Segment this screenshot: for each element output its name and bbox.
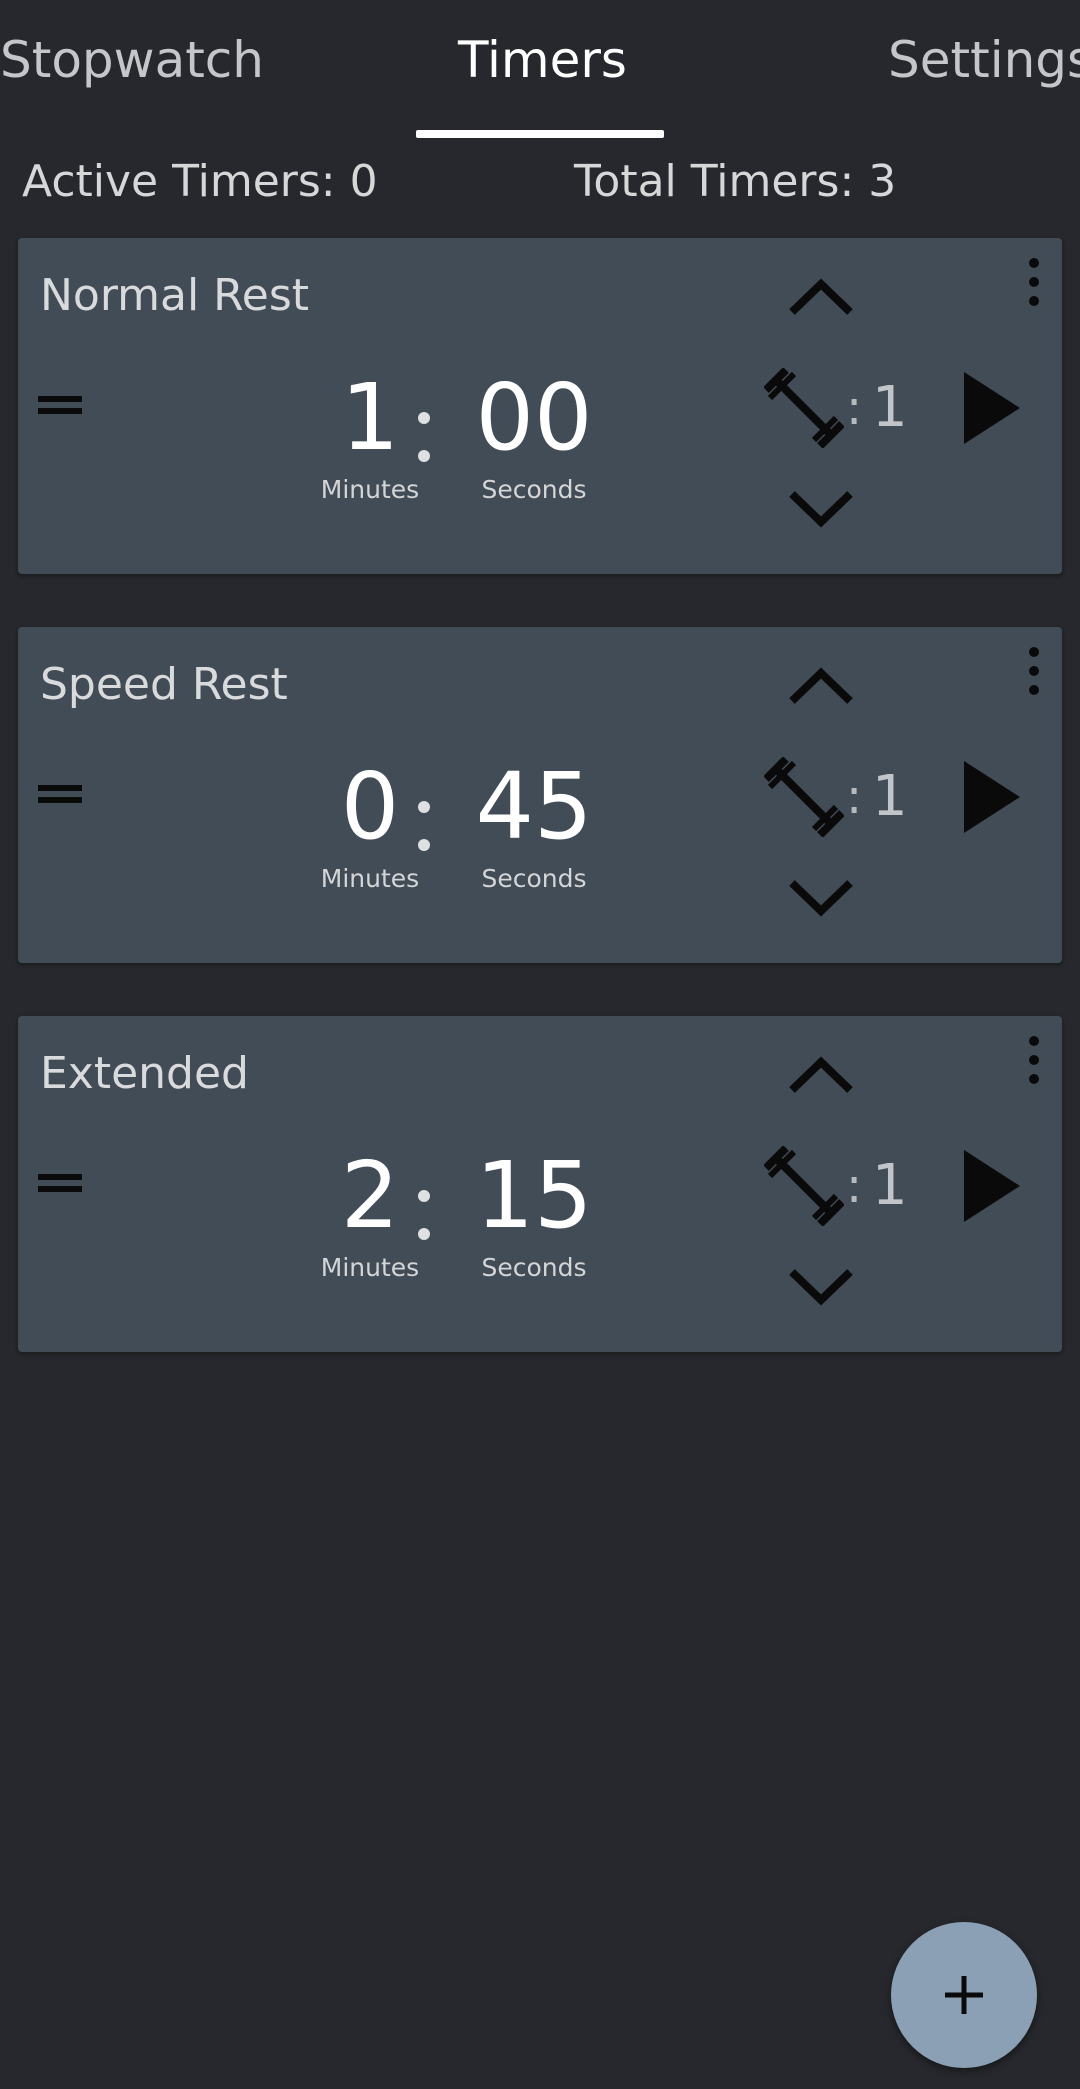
seconds-label: Seconds: [481, 864, 587, 893]
play-icon[interactable]: [954, 757, 1024, 837]
timer-card[interactable]: Extended 2 15 Minutes Seconds : 1: [18, 1016, 1062, 1352]
more-options-icon[interactable]: [1024, 1030, 1044, 1090]
add-timer-button[interactable]: [891, 1922, 1037, 2068]
more-options-icon[interactable]: [1024, 641, 1044, 701]
time-separator: [418, 1184, 430, 1244]
tab-indicator: [416, 130, 664, 138]
drag-handle-icon[interactable]: [38, 396, 82, 416]
minutes-value[interactable]: 2: [314, 1146, 426, 1246]
sets-count: 1: [872, 375, 908, 440]
total-timers-count: Total Timers: 3: [574, 156, 897, 207]
seconds-value[interactable]: 15: [466, 1146, 602, 1246]
chevron-down-icon[interactable]: [786, 488, 856, 530]
tab-stopwatch[interactable]: Stopwatch: [0, 28, 264, 92]
chevron-up-icon[interactable]: [786, 1054, 856, 1096]
active-timers-count: Active Timers: 0: [22, 156, 378, 207]
chevron-up-icon[interactable]: [786, 665, 856, 707]
timer-name: Extended: [40, 1048, 249, 1099]
sets-count: 1: [872, 1153, 908, 1218]
timer-card[interactable]: Normal Rest 1 00 Minutes Seconds : 1: [18, 238, 1062, 574]
dumbbell-icon: [764, 757, 844, 837]
chevron-down-icon[interactable]: [786, 877, 856, 919]
seconds-value[interactable]: 00: [466, 368, 602, 468]
sets-separator: :: [846, 380, 863, 436]
time-separator: [418, 795, 430, 855]
tab-timers[interactable]: Timers: [458, 28, 627, 92]
time-separator: [418, 406, 430, 466]
minutes-label: Minutes: [320, 1253, 420, 1282]
sets-separator: :: [846, 1158, 863, 1214]
minutes-label: Minutes: [320, 864, 420, 893]
play-icon[interactable]: [954, 1146, 1024, 1226]
tab-settings[interactable]: Settings: [888, 28, 1080, 92]
play-icon[interactable]: [954, 368, 1024, 448]
sets-separator: :: [846, 769, 863, 825]
seconds-label: Seconds: [481, 1253, 587, 1282]
plus-icon: [945, 1976, 983, 2014]
sets-count: 1: [872, 764, 908, 829]
tab-bar: Stopwatch Timers Settings: [0, 0, 1080, 138]
timer-name: Normal Rest: [40, 270, 310, 321]
dumbbell-icon: [764, 1146, 844, 1226]
timer-card[interactable]: Speed Rest 0 45 Minutes Seconds : 1: [18, 627, 1062, 963]
drag-handle-icon[interactable]: [38, 785, 82, 805]
minutes-value[interactable]: 0: [314, 757, 426, 857]
timer-name: Speed Rest: [40, 659, 288, 710]
more-options-icon[interactable]: [1024, 252, 1044, 312]
drag-handle-icon[interactable]: [38, 1174, 82, 1194]
chevron-down-icon[interactable]: [786, 1266, 856, 1308]
chevron-up-icon[interactable]: [786, 276, 856, 318]
minutes-label: Minutes: [320, 475, 420, 504]
dumbbell-icon: [764, 368, 844, 448]
minutes-value[interactable]: 1: [314, 368, 426, 468]
seconds-label: Seconds: [481, 475, 587, 504]
seconds-value[interactable]: 45: [466, 757, 602, 857]
